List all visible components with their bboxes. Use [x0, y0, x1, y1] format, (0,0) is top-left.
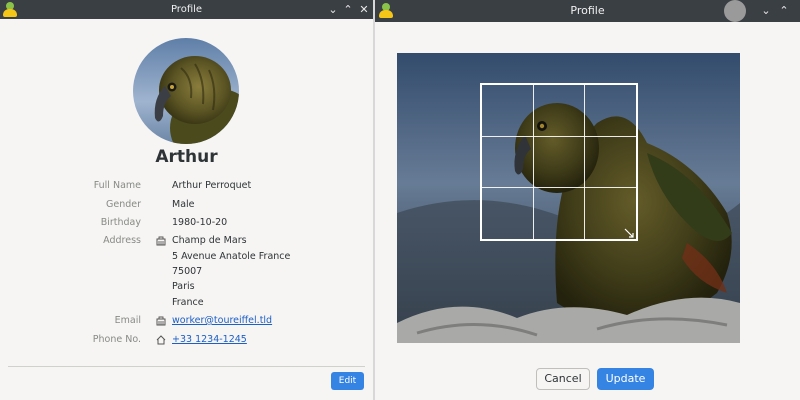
gender-label: Gender: [105, 199, 141, 210]
resize-handle-icon[interactable]: [624, 228, 634, 238]
building-icon: [156, 236, 166, 246]
email-row: Email worker@toureiffel.tld: [0, 315, 373, 331]
avatar-crop-window: Profile ⌄ ⌃ Cancel Update: [375, 0, 800, 400]
update-button[interactable]: Update: [597, 368, 654, 390]
pointer-indicator: [724, 0, 746, 22]
crop-grid-line: [482, 135, 636, 137]
address-label: Address: [103, 235, 141, 246]
profile-name: Arthur: [155, 147, 218, 167]
crop-grid-line: [532, 85, 534, 239]
address-line: 75007: [172, 266, 203, 277]
phone-row: Phone No. +33 1234-1245: [0, 334, 373, 350]
birthday-row: Birthday 1980-10-20: [0, 217, 373, 233]
edit-button[interactable]: Edit: [331, 372, 364, 390]
birthday-label: Birthday: [100, 217, 141, 228]
address-line: Paris: [172, 281, 195, 292]
kea-parrot-image: [133, 38, 239, 144]
minimize-button[interactable]: ⌄: [758, 0, 774, 22]
avatar[interactable]: [133, 38, 239, 144]
divider: [8, 366, 365, 367]
window-title: Profile: [170, 4, 203, 15]
crop-image-area[interactable]: [397, 53, 740, 343]
gender-value: Male: [172, 199, 195, 210]
crop-grid-line: [583, 85, 585, 239]
email-label: Email: [114, 315, 141, 326]
titlebar[interactable]: Profile ⌄ ⌃ ✕: [0, 0, 373, 19]
profile-view-window: Profile ⌄ ⌃ ✕ Arthur Full Name Arthur Pe…: [0, 0, 373, 400]
maximize-button[interactable]: ⌃: [341, 0, 355, 19]
address-line: 5 Avenue Anatole France: [172, 251, 291, 262]
birthday-value: 1980-10-20: [172, 217, 228, 228]
gender-row: Gender Male: [0, 199, 373, 215]
address-line: France: [172, 297, 204, 308]
email-link[interactable]: worker@toureiffel.tld: [172, 315, 272, 326]
cancel-button[interactable]: Cancel: [536, 368, 590, 390]
crop-selection[interactable]: [480, 83, 638, 241]
phone-link[interactable]: +33 1234-1245: [172, 334, 247, 345]
home-icon: [156, 335, 166, 345]
phone-label: Phone No.: [92, 334, 141, 345]
address-line: Champ de Mars: [172, 235, 247, 246]
building-icon: [156, 316, 166, 326]
maximize-button[interactable]: ⌃: [776, 0, 792, 22]
minimize-button[interactable]: ⌄: [326, 0, 340, 19]
crop-grid-line: [482, 186, 636, 188]
full-name-label: Full Name: [93, 180, 141, 191]
titlebar[interactable]: Profile ⌄ ⌃: [375, 0, 800, 22]
full-name-value: Arthur Perroquet: [172, 180, 252, 191]
full-name-row: Full Name Arthur Perroquet: [0, 180, 373, 196]
close-button[interactable]: ✕: [357, 0, 371, 19]
